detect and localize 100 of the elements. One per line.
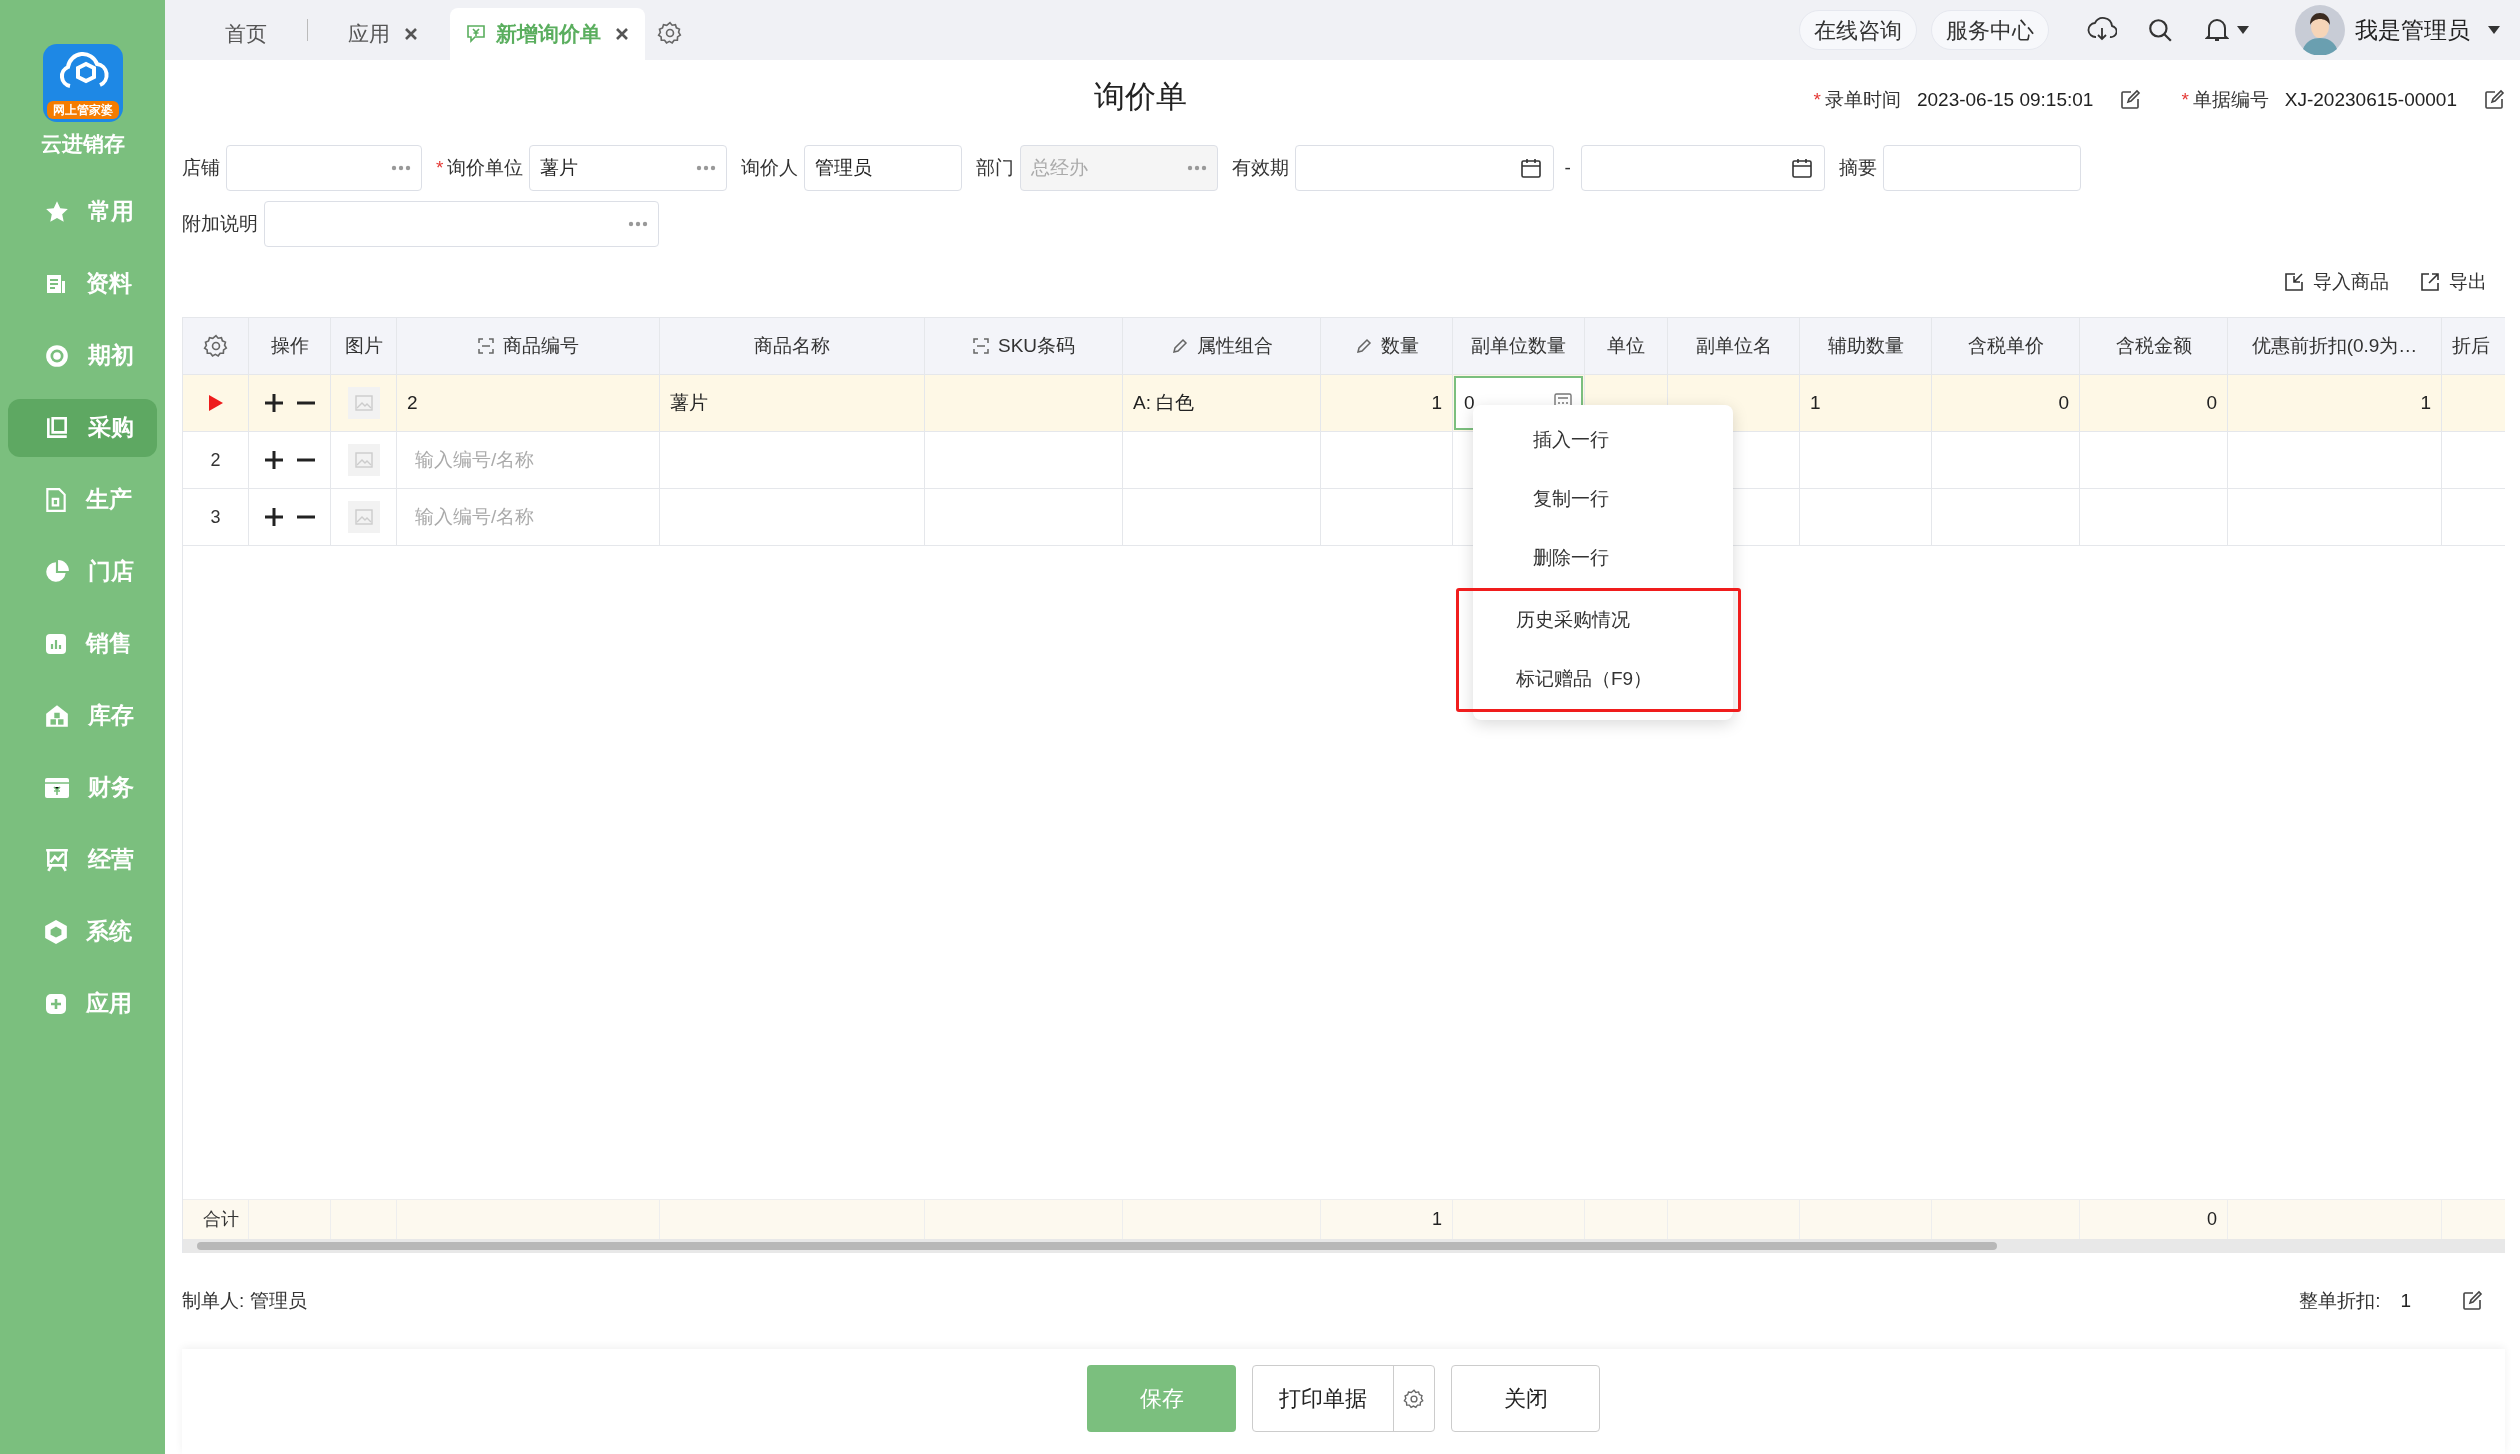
- export-icon: [2419, 271, 2441, 293]
- settings-icon[interactable]: [202, 333, 229, 359]
- field-label: * 单据编号: [2181, 88, 2269, 112]
- edit-icon[interactable]: [2119, 89, 2142, 112]
- bar-chart-icon: [44, 631, 68, 656]
- field-label: 摘要: [1838, 155, 1877, 180]
- header-link[interactable]: 在线咨询: [1799, 10, 1917, 50]
- chat-icon: [466, 23, 488, 45]
- input-field[interactable]: [226, 145, 422, 191]
- field-label: 附加说明: [182, 211, 258, 236]
- caret-icon: [2237, 26, 2249, 34]
- book-icon: [44, 414, 70, 441]
- caret-icon: [2488, 26, 2500, 34]
- add-row-icon[interactable]: [263, 393, 284, 413]
- field-label: * 询价单位: [436, 155, 524, 180]
- calendar-icon[interactable]: [1519, 156, 1544, 180]
- pencil-icon: [1170, 337, 1189, 355]
- column-header: 单位: [1607, 333, 1645, 358]
- field-value: 1: [2400, 1288, 2411, 1313]
- column-header: 优惠前折扣(0.9为…: [2251, 333, 2418, 358]
- column-header: 数量: [1380, 333, 1419, 358]
- image-placeholder-icon: [347, 387, 380, 419]
- cloud-download-icon[interactable]: [2087, 17, 2117, 43]
- menu-item[interactable]: 复制一行: [1473, 470, 1733, 529]
- more-icon[interactable]: [391, 165, 411, 171]
- row-number: 2: [210, 448, 221, 472]
- input-field: 总经办: [1020, 145, 1219, 191]
- import-icon: [2283, 271, 2305, 293]
- input-field[interactable]: [1295, 145, 1555, 191]
- header-link[interactable]: 服务中心: [1931, 10, 2049, 50]
- horizontal-scrollbar[interactable]: [183, 1239, 2505, 1253]
- calendar-icon[interactable]: [1789, 156, 1814, 180]
- input-field[interactable]: [1580, 145, 1825, 191]
- input-field[interactable]: 管理员: [804, 145, 963, 191]
- add-row-icon[interactable]: [263, 507, 284, 527]
- field-label: 店铺: [182, 155, 220, 180]
- user-menu[interactable]: 我是管理员: [2295, 5, 2500, 55]
- pie-chart-icon: [44, 558, 70, 585]
- column-header: 操作: [270, 333, 309, 358]
- toolbar-button[interactable]: 导入商品: [2283, 267, 2389, 297]
- column-header: 含税单价: [1967, 333, 2044, 358]
- column-header: 含税金额: [2115, 333, 2192, 358]
- toolbar-button[interactable]: 导出: [2419, 267, 2487, 297]
- menu-item[interactable]: 删除一行: [1473, 529, 1733, 588]
- close-icon[interactable]: [404, 27, 418, 41]
- column-header: 图片: [344, 333, 383, 358]
- trend-board-icon: [44, 846, 70, 873]
- column-header: 属性组合: [1196, 333, 1273, 358]
- more-icon[interactable]: [696, 165, 717, 171]
- input-field[interactable]: [1882, 145, 2081, 191]
- notifications-button[interactable]: [2205, 17, 2249, 43]
- tab[interactable]: 应用: [328, 8, 438, 60]
- range-separator: -: [1564, 155, 1571, 180]
- pencil-icon: [1354, 337, 1373, 355]
- field-value: XJ-20230615-00001: [2284, 88, 2457, 112]
- settings-icon[interactable]: [657, 20, 683, 46]
- target-icon: [44, 342, 70, 369]
- add-row-icon[interactable]: [263, 450, 284, 470]
- gear-icon: [1403, 1387, 1425, 1410]
- column-header: 商品名称: [754, 333, 830, 358]
- field-label: 整单折扣:: [2299, 1288, 2381, 1313]
- image-placeholder-icon: [347, 501, 380, 533]
- input-field[interactable]: 薯片: [529, 145, 728, 191]
- menu-item[interactable]: 历史采购情况: [1473, 591, 1738, 650]
- document-title: 询价单: [1094, 77, 1187, 116]
- more-icon[interactable]: [628, 221, 648, 227]
- plus-square-icon: [44, 991, 68, 1016]
- field-label: 有效期: [1232, 155, 1290, 180]
- input-field[interactable]: [264, 201, 659, 247]
- hexagon-icon: [44, 918, 68, 945]
- bell-icon: [2205, 17, 2229, 43]
- close-icon[interactable]: [615, 27, 629, 41]
- avatar-icon: [2295, 5, 2345, 55]
- column-header: 副单位名: [1695, 333, 1772, 358]
- image-placeholder-icon: [347, 444, 380, 476]
- total-value: 0: [2207, 1208, 2217, 1231]
- logo-badge: 网上管家婆: [46, 101, 119, 119]
- field-label: * 录单时间: [1813, 88, 1901, 112]
- search-icon[interactable]: [2147, 17, 2173, 43]
- column-header: SKU条码: [997, 333, 1076, 358]
- creator-label: 制单人: 管理员: [182, 1288, 307, 1313]
- wallet-icon: [44, 775, 70, 800]
- menu-item[interactable]: 标记赠品（F9）: [1473, 650, 1738, 709]
- file-icon: [44, 486, 68, 513]
- field-value: 2023-06-15 09:15:01: [1916, 88, 2094, 112]
- row-pointer-icon: [208, 395, 223, 411]
- field-label: 询价人: [741, 155, 799, 180]
- app-name: 云进销存: [40, 131, 125, 157]
- total-value: 1: [1432, 1208, 1442, 1231]
- close-button[interactable]: 关闭: [1451, 1365, 1600, 1432]
- scan-icon: [477, 337, 495, 355]
- totals-label: 合计: [203, 1208, 239, 1231]
- field-label: 部门: [976, 155, 1015, 180]
- column-header: 折后: [2452, 333, 2490, 358]
- column-header: 副单位数量: [1471, 333, 1566, 358]
- edit-icon[interactable]: [2483, 89, 2505, 112]
- column-header: 商品编号: [503, 333, 579, 358]
- edit-icon[interactable]: [2461, 1290, 2483, 1312]
- tab[interactable]: 首页: [205, 8, 287, 60]
- row-number: 3: [210, 505, 221, 529]
